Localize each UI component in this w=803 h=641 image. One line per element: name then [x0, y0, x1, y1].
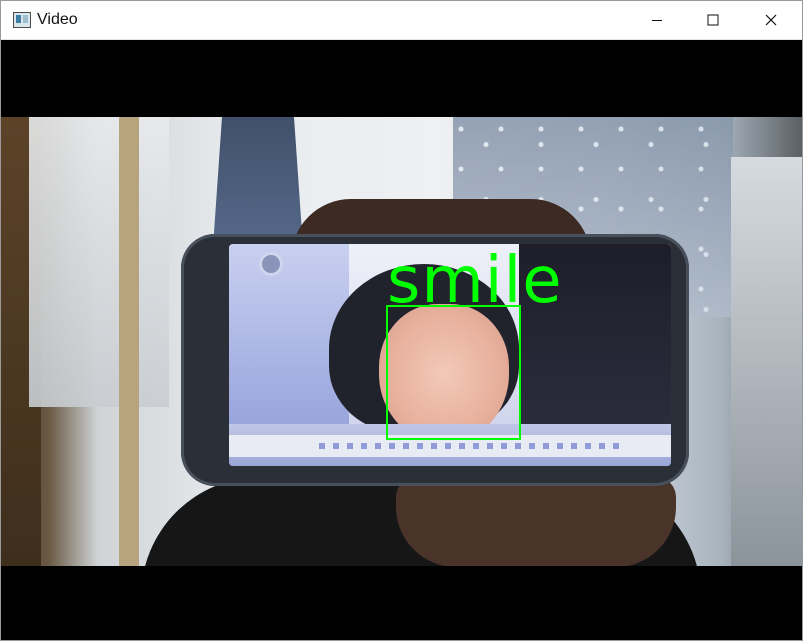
umbrella: [213, 117, 303, 247]
curtain: [29, 117, 169, 407]
close-icon: [765, 14, 777, 26]
maximize-icon: [707, 14, 719, 26]
smile-detection-label: smile: [387, 244, 563, 318]
close-button[interactable]: [743, 1, 799, 39]
title-bar[interactable]: Video: [1, 1, 802, 40]
wall: [731, 157, 802, 566]
app-icon: [13, 12, 31, 28]
screen-circle-icon: [259, 252, 283, 276]
minimize-icon: [652, 20, 662, 21]
hand-bottom: [396, 477, 676, 566]
maximize-button[interactable]: [685, 1, 741, 39]
ladder: [119, 117, 139, 566]
face-detection-box: [386, 305, 521, 440]
minimize-button[interactable]: [629, 1, 685, 39]
video-window: Video smile: [0, 0, 803, 641]
window-title: Video: [37, 11, 78, 28]
